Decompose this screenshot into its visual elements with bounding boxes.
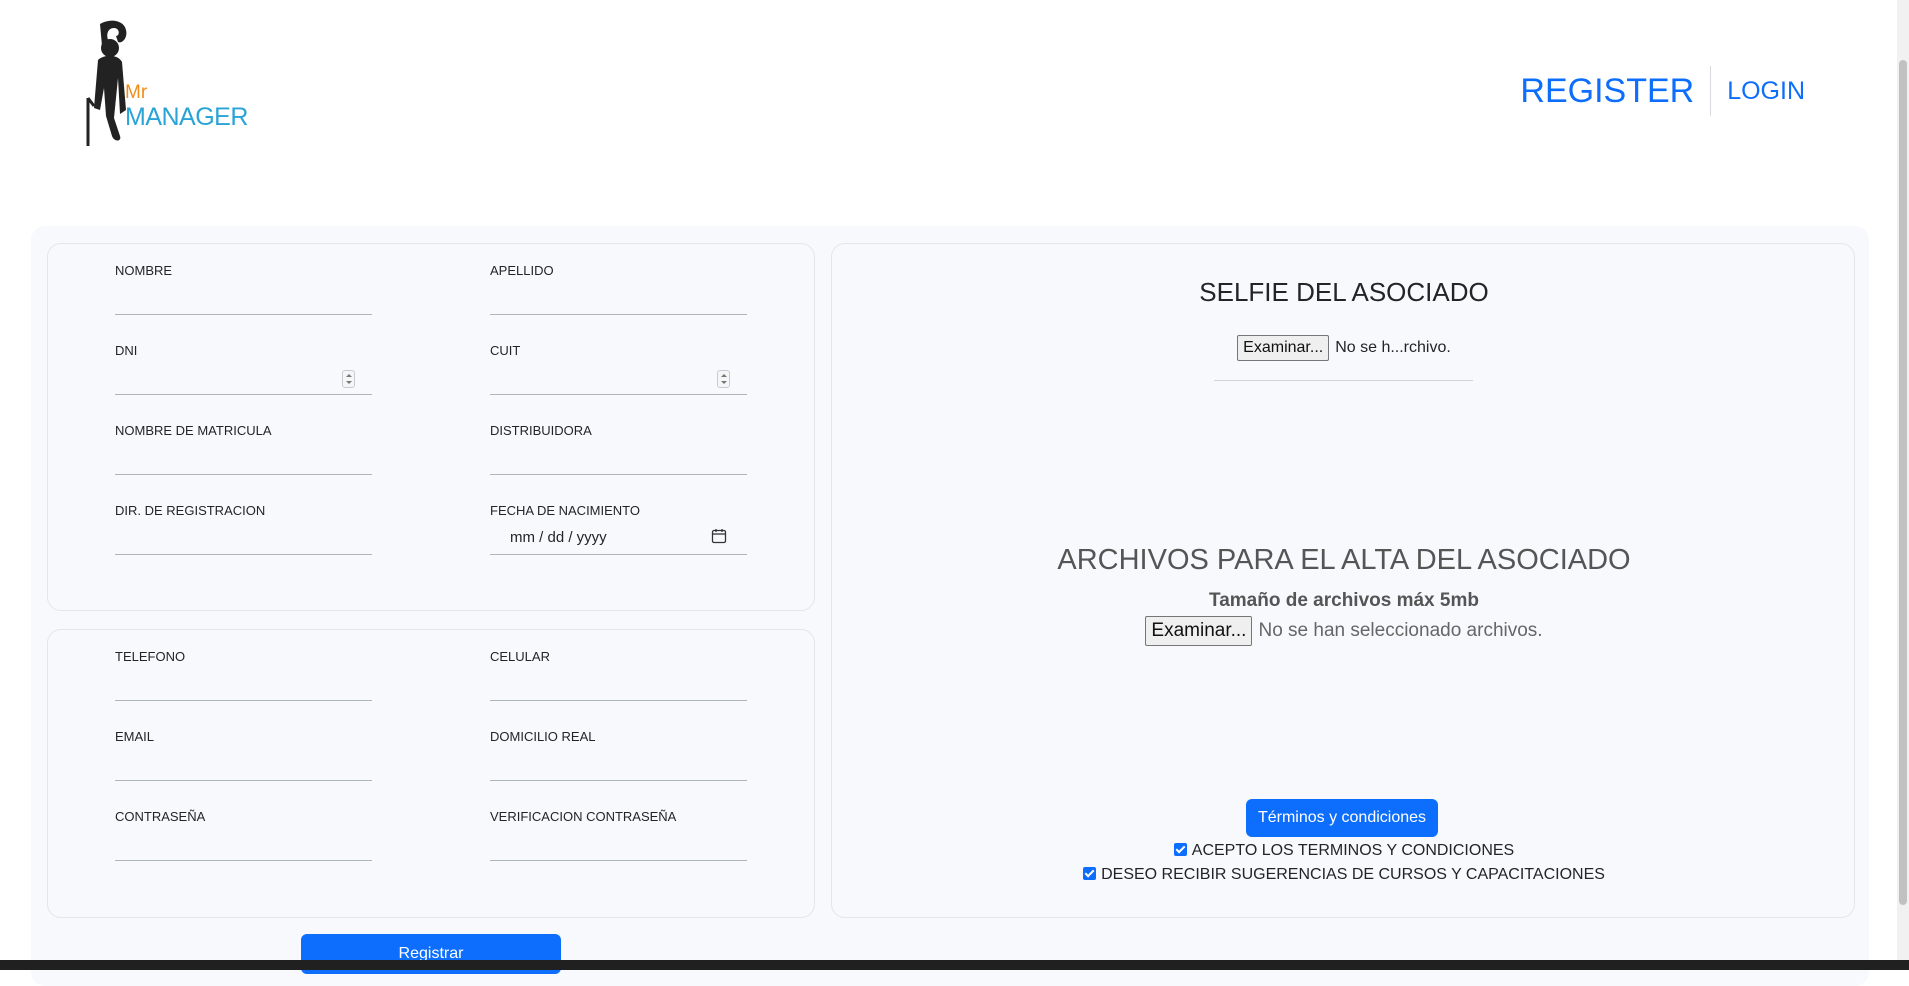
alta-file-status: No se han seleccionado archivos.: [1258, 620, 1543, 641]
accept-terms-row[interactable]: ACEPTO LOS TERMINOS Y CONDICIONES: [832, 842, 1856, 860]
telefono-field[interactable]: TELEFONO: [115, 649, 372, 701]
cuit-field[interactable]: CUIT: [490, 343, 747, 395]
suggestions-checkbox[interactable]: [1083, 867, 1097, 880]
contrasena-input[interactable]: [115, 860, 372, 861]
apellido-input[interactable]: [490, 314, 747, 315]
accept-terms-label: ACEPTO LOS TERMINOS Y CONDICIONES: [1191, 842, 1515, 859]
distribuidora-input[interactable]: [490, 474, 747, 475]
os-taskbar: [0, 960, 1909, 970]
distribuidora-label: DISTRIBUIDORA: [490, 423, 592, 438]
alta-file-input[interactable]: Examinar... No se han seleccionado archiv…: [832, 616, 1856, 646]
fecha-nacimiento-input[interactable]: mm / dd / yyyy: [510, 529, 607, 546]
register-link[interactable]: REGISTER: [1520, 72, 1710, 111]
dni-stepper-icon[interactable]: [342, 370, 355, 388]
nombre-field[interactable]: NOMBRE: [115, 263, 372, 315]
calendar-icon[interactable]: [711, 528, 727, 544]
cuit-label: CUIT: [490, 343, 521, 358]
fecha-nacimiento-field[interactable]: FECHA DE NACIMIENTO mm / dd / yyyy: [490, 503, 747, 555]
verificacion-input[interactable]: [490, 860, 747, 861]
brand-logo[interactable]: Mr MANAGER: [80, 18, 248, 148]
verificacion-label: VERIFICACION CONTRASEÑA: [490, 809, 677, 824]
selfie-title: SELFIE DEL ASOCIADO: [1199, 277, 1489, 307]
nombre-matricula-field[interactable]: NOMBRE DE MATRICULA: [115, 423, 372, 475]
cuit-stepper-icon[interactable]: [717, 370, 730, 388]
dir-registracion-label: DIR. DE REGISTRACION: [115, 503, 266, 518]
alta-subtitle: Tamaño de archivos máx 5mb: [1209, 590, 1479, 611]
contact-info-card: TELEFONO CELULAR EMAIL DOMICILIO REAL CO…: [47, 629, 815, 918]
selfie-browse-button[interactable]: Examinar...: [1237, 335, 1330, 361]
domicilio-label: DOMICILIO REAL: [490, 729, 596, 744]
nombre-label: NOMBRE: [115, 263, 173, 278]
selfie-divider: [1214, 380, 1473, 381]
contrasena-field[interactable]: CONTRASEÑA: [115, 809, 372, 861]
fecha-nacimiento-label: FECHA DE NACIMIENTO: [490, 503, 641, 518]
apellido-label: APELLIDO: [490, 263, 554, 278]
celular-label: CELULAR: [490, 649, 550, 664]
alta-title: ARCHIVOS PARA EL ALTA DEL ASOCIADO: [1057, 544, 1631, 576]
fecha-nacimiento-line: [490, 554, 747, 555]
selfie-file-input[interactable]: Examinar... No se h...rchivo.: [832, 335, 1856, 361]
dir-registracion-input[interactable]: [115, 554, 372, 555]
telefono-label: TELEFONO: [115, 649, 186, 664]
nombre-matricula-input[interactable]: [115, 474, 372, 475]
email-field[interactable]: EMAIL: [115, 729, 372, 781]
personal-info-card: NOMBRE APELLIDO DNI CUIT NOMBRE DE MATRI…: [47, 243, 815, 611]
contrasena-label: CONTRASEÑA: [115, 809, 206, 824]
page-scrollbar[interactable]: [1897, 0, 1909, 960]
suggestions-row[interactable]: DESEO RECIBIR SUGERENCIAS DE CURSOS Y CA…: [832, 866, 1856, 884]
scrollbar-thumb[interactable]: [1899, 60, 1907, 905]
login-link[interactable]: LOGIN: [1727, 77, 1805, 106]
cuit-input[interactable]: [490, 394, 747, 395]
alta-browse-button[interactable]: Examinar...: [1145, 616, 1253, 646]
dni-label: DNI: [115, 343, 138, 358]
email-input[interactable]: [115, 780, 372, 781]
nav-divider: [1710, 66, 1712, 116]
dni-field[interactable]: DNI: [115, 343, 372, 395]
email-label: EMAIL: [115, 729, 155, 744]
domicilio-input[interactable]: [490, 780, 747, 781]
top-nav: REGISTER LOGIN: [1520, 66, 1805, 116]
terms-button[interactable]: Términos y condiciones: [1246, 799, 1438, 837]
nombre-input[interactable]: [115, 314, 372, 315]
dni-input[interactable]: [115, 394, 372, 395]
accept-terms-checkbox[interactable]: [1173, 843, 1187, 856]
logo-manager-text: MANAGER: [125, 103, 248, 131]
suggestions-label: DESEO RECIBIR SUGERENCIAS DE CURSOS Y CA…: [1101, 866, 1605, 883]
logo-mr-text: Mr: [125, 82, 148, 103]
distribuidora-field[interactable]: DISTRIBUIDORA: [490, 423, 747, 475]
verificacion-field[interactable]: VERIFICACION CONTRASEÑA: [490, 809, 747, 861]
celular-input[interactable]: [490, 700, 747, 701]
celular-field[interactable]: CELULAR: [490, 649, 747, 701]
files-card: SELFIE DEL ASOCIADO Examinar... No se h..…: [831, 243, 1855, 918]
telefono-input[interactable]: [115, 700, 372, 701]
domicilio-field[interactable]: DOMICILIO REAL: [490, 729, 747, 781]
dir-registracion-field[interactable]: DIR. DE REGISTRACION: [115, 503, 372, 555]
apellido-field[interactable]: APELLIDO: [490, 263, 747, 315]
selfie-file-status: No se h...rchivo.: [1335, 339, 1451, 356]
nombre-matricula-label: NOMBRE DE MATRICULA: [115, 423, 272, 438]
